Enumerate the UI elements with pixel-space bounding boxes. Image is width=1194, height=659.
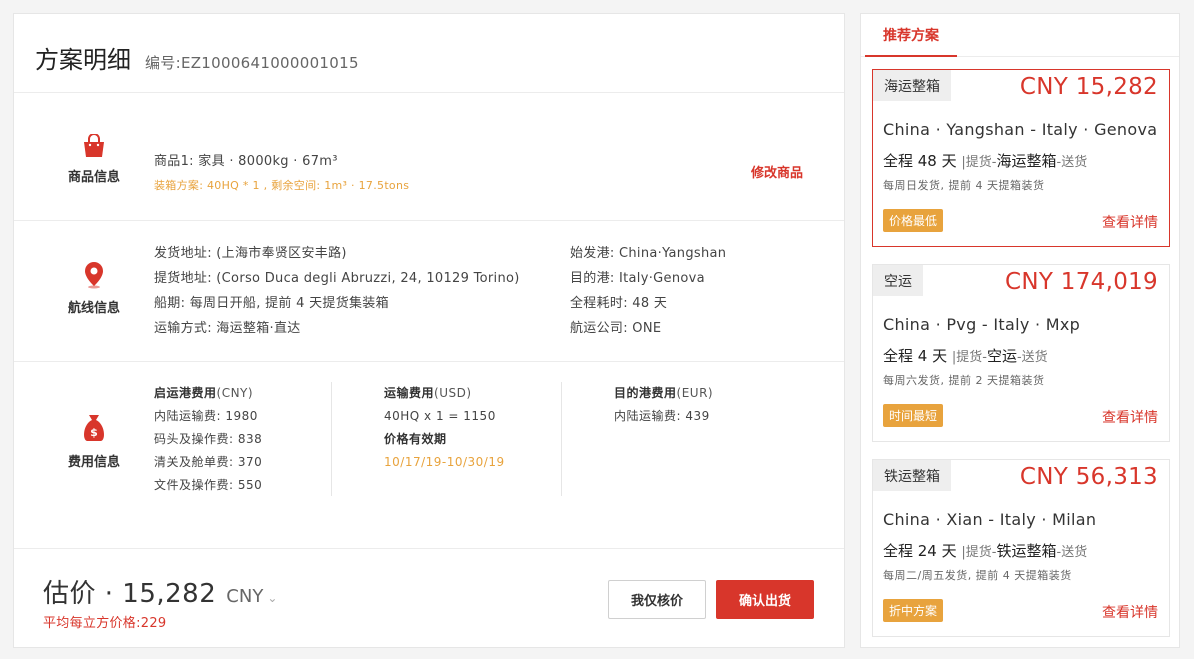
plan-mode-badge: 铁运整箱 [873,460,951,491]
plan-duration-end: -送货 [1056,155,1088,170]
plan-duration: 全程 24 天 |提货-铁运整箱-送货 [883,540,1087,561]
fee-section-header: $ 费用信息 [64,413,124,470]
plan-duration-sep: |提货- [951,350,987,365]
price-check-button[interactable]: 我仅核价 [608,580,706,619]
goods-section-header: 商品信息 [64,134,124,185]
fee-item: 文件及操作费: 550 [154,478,263,492]
packing-plan: 装箱方案: 40HQ * 1 , 剩余空间: 1m³ · 17.5tons [154,179,410,192]
plan-duration-mode: 铁运整箱 [996,542,1057,560]
fee-item: 内陆运输费: 1980 [154,409,258,423]
plan-price: CNY 15,282 [1019,74,1158,100]
fee-section-label: 费用信息 [67,455,120,470]
transport-fees-title-text: 运输费用 [384,386,435,400]
plan-route: China · Yangshan - Italy · Genova [883,120,1158,139]
fee-item: 码头及操作费: 838 [154,432,263,446]
plan-card-sea[interactable]: 海运整箱 CNY 15,282 China · Yangshan - Italy… [872,69,1170,247]
plan-duration-days: 全程 4 天 [883,347,948,365]
destination-fees-title: 目的港费用(EUR) [614,382,791,405]
goods-section: 商品信息 商品1: 家具 · 8000kg · 67m³ 装箱方案: 40HQ … [14,93,844,221]
ship-from-address: 发货地址: (上海市奉贤区安丰路) [154,246,347,261]
location-pin-icon [85,262,103,289]
plan-card-rail[interactable]: 铁运整箱 CNY 56,313 China · Xian - Italy · M… [872,459,1170,637]
money-bag-icon: $ [84,415,104,441]
origin-port: 始发港: China·Yangshan [570,246,727,261]
fee-item: 内陆运输费: 439 [614,409,710,423]
origin-fees-title: 启运港费用(CNY) [154,382,332,405]
shipping-company: 航运公司: ONE [570,321,662,336]
goods-summary: 商品1: 家具 · 8000kg · 67m³ [154,154,338,169]
route-details-left: 发货地址: (上海市奉贤区安丰路) 提货地址: (Corso Duca degl… [154,241,552,341]
plan-duration-end: -送货 [1056,545,1088,560]
estimate-footer: 估价 · 15,282 CNY ⌄ 平均每立方价格:229 我仅核价 确认出货 [14,549,844,649]
plan-duration-mode: 海运整箱 [996,152,1057,170]
plan-mode-badge: 海运整箱 [873,70,951,101]
plan-card-air[interactable]: 空运 CNY 174,019 China · Pvg - Italy · Mxp… [872,264,1170,442]
svg-text:$: $ [90,426,98,439]
confirm-shipment-button[interactable]: 确认出货 [716,580,814,619]
total-duration: 全程耗时: 48 天 [570,296,668,311]
plan-duration-days: 全程 24 天 [883,542,957,560]
route-section-label: 航线信息 [67,301,120,316]
transport-mode: 运输方式: 海运整箱·直达 [154,321,301,336]
destination-fees: 目的港费用(EUR) 内陆运输费: 439 [561,382,791,496]
plan-header: 方案明细 编号:EZ1000641000001015 [14,14,844,93]
validity-title: 价格有效期 [384,432,447,446]
chevron-down-icon[interactable]: ⌄ [267,591,277,605]
plan-mode-badge: 空运 [873,265,923,296]
plan-duration-sep: |提货- [961,545,997,560]
plan-duration: 全程 48 天 |提货-海运整箱-送货 [883,150,1087,171]
plan-schedule-note: 每周二/周五发货, 提前 4 天提箱装货 [883,569,1072,582]
plan-route: China · Xian - Italy · Milan [883,510,1097,529]
plan-price: CNY 56,313 [1019,464,1158,490]
tab-recommended-plans[interactable]: 推荐方案 [865,14,957,57]
recommendation-sidebar: 推荐方案 海运整箱 CNY 15,282 China · Yangshan - … [860,13,1180,648]
destination-fees-currency: (EUR) [676,386,714,400]
plan-duration-days: 全程 48 天 [883,152,957,170]
transport-fees: 运输费用(USD) 40HQ x 1 = 1150 价格有效期 10/17/19… [331,382,561,496]
route-section: 航线信息 发货地址: (上海市奉贤区安丰路) 提货地址: (Corso Duca… [14,221,844,362]
route-details-right: 始发港: China·Yangshan 目的港: Italy·Genova 全程… [570,241,800,341]
sailing-schedule: 船期: 每周日开船, 提前 4 天提货集装箱 [154,296,389,311]
destination-port: 目的港: Italy·Genova [570,271,705,286]
view-details-link[interactable]: 查看详情 [1102,407,1158,427]
origin-fees: 启运港费用(CNY) 内陆运输费: 1980 码头及操作费: 838 清关及舱单… [154,382,332,496]
validity-range: 10/17/19-10/30/19 [384,455,505,469]
sidebar-tabs: 推荐方案 [861,14,1179,57]
plan-duration: 全程 4 天 |提货-空运-送货 [883,345,1048,366]
page-title: 方案明细 [35,46,131,74]
shopping-bag-icon [84,134,104,157]
estimate-amount: 估价 · 15,282 [43,579,217,609]
view-details-link[interactable]: 查看详情 [1102,212,1158,232]
plan-schedule-note: 每周六发货, 提前 2 天提箱装货 [883,374,1045,387]
origin-fees-title-text: 启运港费用 [154,386,217,400]
goods-section-label: 商品信息 [67,170,120,185]
plan-tag: 折中方案 [883,599,944,622]
plan-tag: 价格最低 [883,209,944,232]
destination-fees-title-text: 目的港费用 [614,386,677,400]
fee-section: $ 费用信息 启运港费用(CNY) 内陆运输费: 1980 码头及操作费: 83… [14,362,844,549]
plan-detail-panel: 方案明细 编号:EZ1000641000001015 商品信息 商品1: 家具 … [13,13,845,648]
plan-tag: 时间最短 [883,404,944,427]
average-per-cbm: 平均每立方价格:229 [43,616,167,631]
plan-duration-sep: |提货- [961,155,997,170]
origin-fees-currency: (CNY) [216,386,254,400]
transport-fees-currency: (USD) [434,386,472,400]
route-section-header: 航线信息 [64,261,124,316]
currency-selector[interactable]: CNY [226,586,263,607]
plan-price: CNY 174,019 [1004,269,1158,295]
estimate-price: 估价 · 15,282 CNY ⌄ [43,573,277,610]
edit-goods-link[interactable]: 修改商品 [751,162,803,181]
plan-schedule-note: 每周日发货, 提前 4 天提箱装货 [883,179,1045,192]
view-details-link[interactable]: 查看详情 [1102,602,1158,622]
plan-duration-end: -送货 [1016,350,1048,365]
transport-fee-line: 40HQ x 1 = 1150 [384,409,496,423]
plan-code: 编号:EZ1000641000001015 [145,54,359,72]
plan-route: China · Pvg - Italy · Mxp [883,315,1081,334]
transport-fees-title: 运输费用(USD) [384,382,561,405]
plan-duration-mode: 空运 [986,347,1017,365]
fee-item: 清关及舱单费: 370 [154,455,263,469]
pickup-address: 提货地址: (Corso Duca degli Abruzzi, 24, 101… [154,271,520,286]
